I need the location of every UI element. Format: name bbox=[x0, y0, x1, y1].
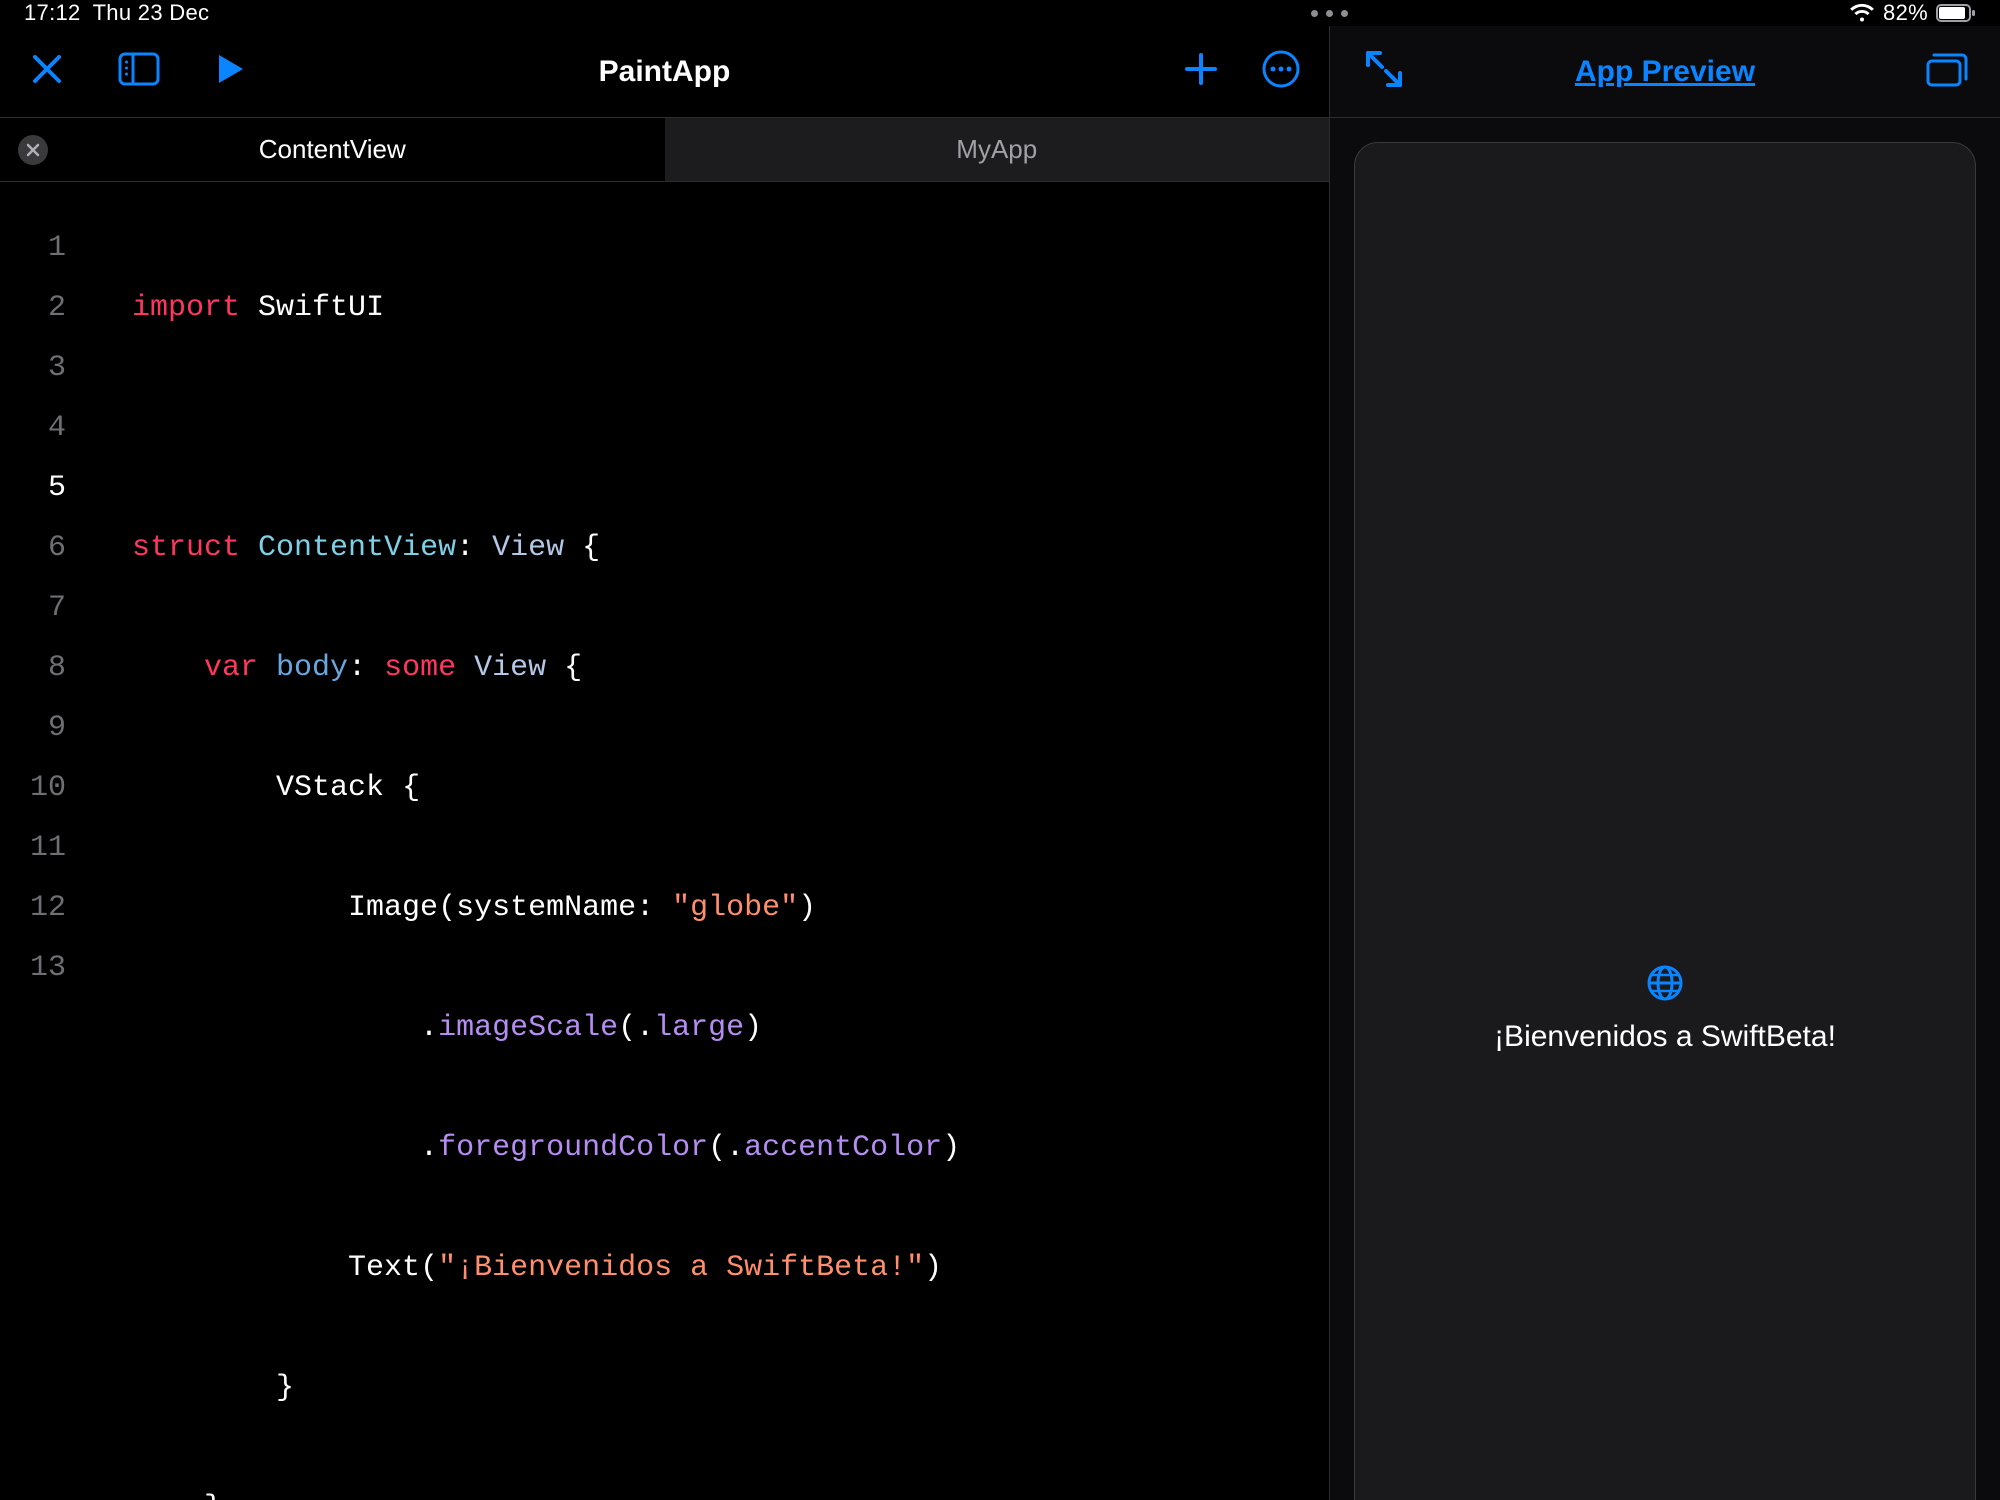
status-date: Thu 23 Dec bbox=[93, 0, 210, 26]
wifi-icon bbox=[1849, 3, 1875, 23]
tab-contentview[interactable]: ContentView bbox=[0, 118, 665, 181]
line-number: 11 bbox=[0, 818, 66, 878]
expand-arrows-icon[interactable] bbox=[1362, 47, 1406, 96]
sidebar-toggle-icon[interactable] bbox=[118, 52, 160, 91]
line-number: 9 bbox=[0, 698, 66, 758]
battery-percent: 82% bbox=[1883, 0, 1928, 26]
status-time: 17:12 bbox=[24, 0, 81, 26]
preview-welcome-text: ¡Bienvenidos a SwiftBeta! bbox=[1494, 1020, 1836, 1054]
line-number: 1 bbox=[0, 218, 66, 278]
multitasking-dots-icon[interactable] bbox=[1311, 10, 1348, 17]
ipad-status-bar: 17:12 Thu 23 Dec 82% bbox=[0, 0, 2000, 26]
app-preview-canvas[interactable]: ¡Bienvenidos a SwiftBeta! bbox=[1354, 142, 1976, 1500]
editor-toolbar: PaintApp bbox=[0, 26, 1329, 118]
tab-myapp[interactable]: MyApp bbox=[665, 118, 1330, 181]
more-ellipsis-icon[interactable] bbox=[1261, 49, 1301, 94]
line-number: 6 bbox=[0, 518, 66, 578]
tab-label: ContentView bbox=[259, 134, 406, 165]
code-editor[interactable]: 1 2 3 4 5 6 7 8 9 10 11 12 13 import Swi… bbox=[0, 182, 1329, 1500]
editor-tabs: ContentView MyApp bbox=[0, 118, 1329, 182]
preview-title[interactable]: App Preview bbox=[1330, 55, 2000, 89]
line-number: 3 bbox=[0, 338, 66, 398]
line-number: 5 bbox=[0, 458, 66, 518]
tab-close-icon[interactable] bbox=[18, 135, 48, 165]
window-stack-icon[interactable] bbox=[1924, 49, 1968, 94]
add-plus-icon[interactable] bbox=[1181, 49, 1221, 94]
line-number: 2 bbox=[0, 278, 66, 338]
preview-toolbar: App Preview bbox=[1330, 26, 2000, 118]
run-play-icon[interactable] bbox=[212, 51, 248, 92]
globe-icon bbox=[1645, 963, 1685, 1008]
line-number: 13 bbox=[0, 938, 66, 998]
line-number: 8 bbox=[0, 638, 66, 698]
code-content[interactable]: import SwiftUI struct ContentView: View … bbox=[86, 218, 1329, 1500]
close-icon[interactable] bbox=[28, 50, 66, 93]
line-number: 12 bbox=[0, 878, 66, 938]
tab-label: MyApp bbox=[956, 134, 1037, 165]
line-number: 4 bbox=[0, 398, 66, 458]
line-number: 10 bbox=[0, 758, 66, 818]
line-number-gutter: 1 2 3 4 5 6 7 8 9 10 11 12 13 bbox=[0, 218, 86, 1500]
battery-icon bbox=[1936, 3, 1976, 23]
line-number: 7 bbox=[0, 578, 66, 638]
